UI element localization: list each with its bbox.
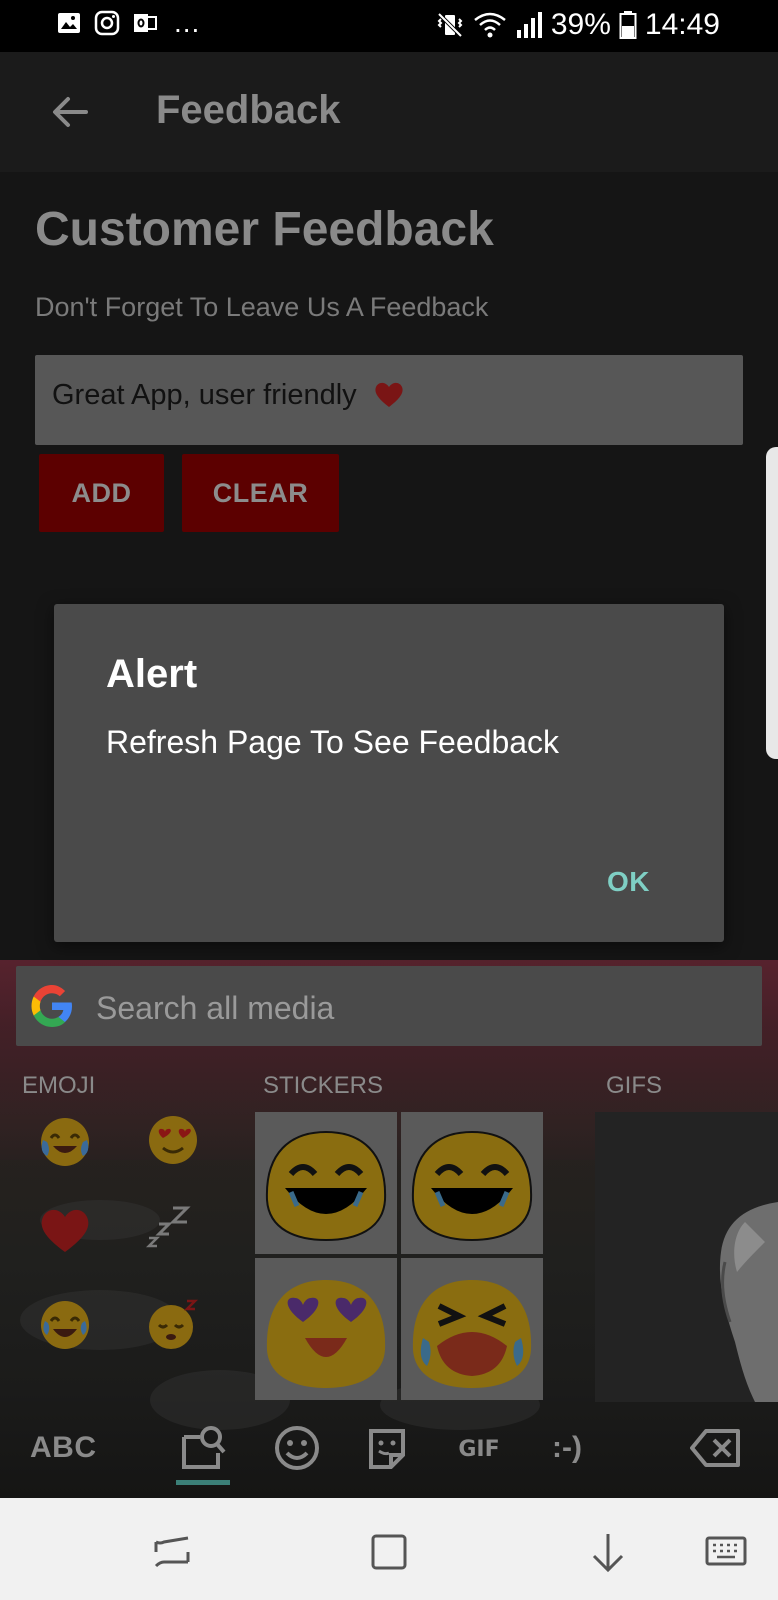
- abc-key[interactable]: ABC: [30, 1423, 97, 1473]
- heart-emoji-icon: [375, 382, 403, 407]
- battery-icon: [619, 11, 637, 39]
- navigation-bar: [0, 1498, 778, 1600]
- feedback-input-text: Great App, user friendly: [52, 379, 357, 411]
- active-tab-indicator: [176, 1480, 230, 1485]
- image-icon: [58, 13, 80, 33]
- outlook-icon: [134, 14, 157, 32]
- status-bar: ... 39% 14:49: [0, 0, 778, 52]
- ok-button[interactable]: OK: [607, 866, 650, 898]
- hide-keyboard-icon[interactable]: [586, 1530, 630, 1574]
- status-bar-notifications: ...: [56, 7, 201, 38]
- zzz-sleeping-emoji[interactable]: [143, 1200, 203, 1260]
- gif-preview[interactable]: [595, 1112, 778, 1402]
- gif-icon[interactable]: GIF: [452, 1423, 506, 1473]
- category-gifs[interactable]: GIFS: [606, 1072, 662, 1100]
- signal-icon: [516, 12, 542, 38]
- sticker-heart-eyes-blob[interactable]: [255, 1258, 397, 1400]
- sticker-laughing-blob[interactable]: [401, 1112, 543, 1254]
- add-button[interactable]: ADD: [39, 454, 164, 532]
- crying-laughing-emoji[interactable]: [35, 1110, 95, 1170]
- toolbar-title: Feedback: [156, 88, 341, 132]
- sticker-crying-blob[interactable]: [401, 1258, 543, 1400]
- laughing-blob-sticker-icon: [265, 1130, 387, 1242]
- dialog-title: Alert: [106, 652, 198, 696]
- category-stickers[interactable]: STICKERS: [263, 1072, 383, 1100]
- sticker-laughing-blob[interactable]: [255, 1112, 397, 1254]
- page-title: Customer Feedback: [35, 203, 494, 256]
- media-search-bar[interactable]: Search all media: [16, 966, 762, 1046]
- edge-panel-handle[interactable]: [766, 447, 778, 759]
- page-subtitle: Don't Forget To Leave Us A Feedback: [35, 292, 489, 322]
- clock: 14:49: [644, 8, 720, 41]
- more-notifications: ...: [174, 7, 201, 38]
- heart-eyes-emoji[interactable]: [143, 1110, 203, 1170]
- backspace-icon[interactable]: [690, 1423, 744, 1473]
- gif-thumbnail-image: [719, 1202, 778, 1402]
- red-heart-emoji[interactable]: [35, 1200, 95, 1260]
- dialog-message: Refresh Page To See Feedback: [106, 724, 560, 760]
- keyboard-switch-icon[interactable]: [704, 1530, 748, 1574]
- home-icon[interactable]: [367, 1530, 411, 1574]
- clear-button[interactable]: CLEAR: [182, 454, 339, 532]
- heart-eyes-blob-sticker-icon: [266, 1280, 386, 1388]
- laughing-blob-sticker-icon: [411, 1130, 533, 1242]
- sticker-icon[interactable]: [365, 1423, 409, 1473]
- category-emoji[interactable]: EMOJI: [22, 1072, 95, 1100]
- crying-blob-sticker-icon: [412, 1280, 532, 1388]
- vibrate-mute-icon: [437, 12, 463, 38]
- svg-text:GIF: GIF: [458, 1437, 499, 1462]
- instagram-icon: [94, 10, 120, 36]
- emoji-keyboard: Search all media EMOJI STICKERS GIFS ABC…: [0, 960, 778, 1498]
- feedback-input[interactable]: Great App, user friendly: [35, 355, 743, 445]
- status-bar-system: 39% 14:49: [435, 8, 720, 42]
- media-search-placeholder: Search all media: [96, 990, 335, 1026]
- app-toolbar: Feedback: [0, 52, 778, 172]
- google-g-icon: [31, 985, 72, 1027]
- tears-of-joy-emoji[interactable]: [35, 1295, 95, 1355]
- alert-dialog: Alert Refresh Page To See Feedback OK: [54, 604, 724, 942]
- back-arrow-icon[interactable]: [48, 90, 92, 134]
- wifi-icon: [474, 12, 506, 38]
- keyboard-bottom-row: ABC GIF :-): [0, 1405, 778, 1495]
- smiley-icon[interactable]: [272, 1423, 322, 1473]
- sleeping-face-emoji[interactable]: [143, 1295, 203, 1355]
- battery-percent: 39%: [550, 8, 611, 41]
- emoticon-key[interactable]: :-): [552, 1423, 582, 1473]
- recents-icon[interactable]: [150, 1530, 194, 1574]
- sticker-search-icon[interactable]: [178, 1423, 228, 1473]
